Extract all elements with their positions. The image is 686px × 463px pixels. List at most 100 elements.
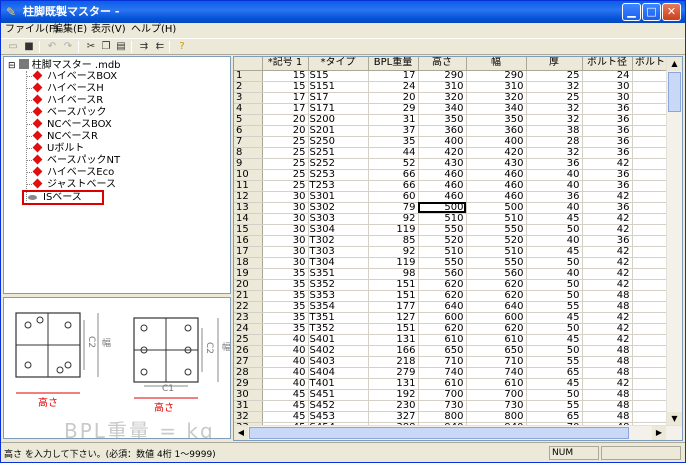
table-cell[interactable]: S303 xyxy=(308,213,369,225)
table-cell[interactable]: 30 xyxy=(262,213,309,225)
table-cell[interactable]: 36 xyxy=(526,158,583,170)
table-cell[interactable]: 25 xyxy=(526,70,583,82)
table-cell[interactable]: 192 xyxy=(368,389,419,401)
table-cell[interactable]: 66 xyxy=(368,169,419,181)
table-cell[interactable] xyxy=(632,279,669,291)
tree-item[interactable]: NCベースBOX xyxy=(26,118,112,131)
table-cell[interactable] xyxy=(632,257,669,269)
scroll-right-icon[interactable]: ▶ xyxy=(652,426,666,440)
table-cell[interactable]: S251 xyxy=(308,147,369,159)
table-cell[interactable]: 92 xyxy=(368,213,419,225)
table-cell[interactable]: 620 xyxy=(466,323,527,335)
table-cell[interactable] xyxy=(632,213,669,225)
table-cell[interactable]: 30 xyxy=(262,257,309,269)
minimize-button[interactable]: ▁ xyxy=(622,3,641,21)
table-row[interactable]: 5 20 S200 31 350 350 32 36 xyxy=(234,114,669,126)
table-cell[interactable]: 560 xyxy=(466,268,527,280)
maximize-button[interactable]: □ xyxy=(642,3,661,21)
table-cell[interactable]: 30 xyxy=(262,235,309,247)
menu-help[interactable]: ヘルプ(H) xyxy=(131,23,176,37)
table-cell[interactable]: 550 xyxy=(466,224,527,236)
table-cell[interactable]: S452 xyxy=(308,400,369,412)
table-cell[interactable]: T304 xyxy=(308,257,369,269)
table-cell[interactable]: 131 xyxy=(368,378,419,390)
table-cell[interactable]: 340 xyxy=(418,103,467,115)
table-cell[interactable]: 360 xyxy=(418,125,467,137)
table-cell[interactable]: 30 xyxy=(262,202,309,214)
table-cell[interactable]: 510 xyxy=(418,213,467,225)
table-cell[interactable]: S15 xyxy=(308,70,369,82)
table-cell[interactable]: 131 xyxy=(368,334,419,346)
table-row[interactable]: 22 35 S354 177 640 640 55 48 xyxy=(234,301,669,313)
table-cell[interactable]: 32 xyxy=(526,103,583,115)
table-cell[interactable]: 620 xyxy=(466,279,527,291)
table-cell[interactable]: 35 xyxy=(262,323,309,335)
table-cell[interactable]: 48 xyxy=(582,345,633,357)
table-cell[interactable]: 620 xyxy=(418,290,467,302)
table-cell[interactable]: 151 xyxy=(368,323,419,335)
table-row[interactable]: 29 40 T401 131 610 610 45 42 xyxy=(234,378,669,390)
table-cell[interactable]: 15 xyxy=(262,81,309,93)
table-cell[interactable]: 430 xyxy=(418,158,467,170)
table-cell[interactable]: 92 xyxy=(368,246,419,258)
table-cell[interactable]: S351 xyxy=(308,268,369,280)
table-cell[interactable]: S302 xyxy=(308,202,369,214)
table-cell[interactable]: 30 xyxy=(262,191,309,203)
table-cell[interactable]: 430 xyxy=(466,158,527,170)
tree-item[interactable]: NCベースR xyxy=(26,130,98,143)
table-cell[interactable]: 20 xyxy=(368,92,419,104)
table-cell[interactable]: S252 xyxy=(308,158,369,170)
tree-item[interactable]: ハイベースH xyxy=(26,82,104,95)
table-cell[interactable]: 610 xyxy=(466,334,527,346)
table-cell[interactable]: S404 xyxy=(308,367,369,379)
table-cell[interactable]: 29 xyxy=(368,103,419,115)
table-cell[interactable]: 42 xyxy=(582,158,633,170)
table-cell[interactable]: 30 xyxy=(262,224,309,236)
table-row[interactable]: 21 35 S353 151 620 620 50 48 xyxy=(234,290,669,302)
table-cell[interactable]: 460 xyxy=(418,180,467,192)
table-cell[interactable]: 610 xyxy=(466,378,527,390)
table-cell[interactable] xyxy=(632,125,669,137)
save-icon[interactable]: ■ xyxy=(22,40,36,54)
table-cell[interactable]: 79 xyxy=(368,202,419,214)
table-cell[interactable] xyxy=(632,400,669,412)
table-cell[interactable]: 98 xyxy=(368,268,419,280)
table-cell[interactable]: 17 xyxy=(262,103,309,115)
table-cell[interactable]: 28 xyxy=(526,136,583,148)
paste-icon[interactable]: ▤ xyxy=(114,40,128,54)
table-cell[interactable] xyxy=(632,180,669,192)
table-cell[interactable]: 42 xyxy=(582,224,633,236)
table-cell[interactable]: T302 xyxy=(308,235,369,247)
table-cell[interactable]: 42 xyxy=(582,378,633,390)
insert-row-icon[interactable]: ⇉ xyxy=(137,40,151,54)
table-cell[interactable]: 127 xyxy=(368,312,419,324)
table-cell[interactable]: 310 xyxy=(418,81,467,93)
table-cell[interactable]: 460 xyxy=(466,180,527,192)
table-cell[interactable]: 30 xyxy=(582,92,633,104)
table-cell[interactable]: 520 xyxy=(418,235,467,247)
table-cell[interactable]: 45 xyxy=(262,389,309,401)
cut-icon[interactable]: ✂ xyxy=(84,40,98,54)
table-cell[interactable]: 740 xyxy=(418,367,467,379)
horizontal-scrollbar[interactable]: ◀ ▶ xyxy=(234,425,682,440)
scroll-up-icon[interactable]: ▲ xyxy=(667,57,682,71)
table-cell[interactable] xyxy=(632,92,669,104)
table-cell[interactable]: 218 xyxy=(368,356,419,368)
table-cell[interactable]: 620 xyxy=(466,290,527,302)
table-cell[interactable]: 25 xyxy=(262,169,309,181)
table-cell[interactable]: 50 xyxy=(526,323,583,335)
table-cell[interactable] xyxy=(632,158,669,170)
table-cell[interactable]: 42 xyxy=(582,268,633,280)
table-cell[interactable]: 340 xyxy=(466,103,527,115)
table-cell[interactable]: 50 xyxy=(526,389,583,401)
table-cell[interactable]: 40 xyxy=(526,268,583,280)
table-row[interactable]: 18 30 T304 119 550 550 50 42 xyxy=(234,257,669,269)
table-cell[interactable]: 25 xyxy=(526,92,583,104)
table-cell[interactable]: T303 xyxy=(308,246,369,258)
table-cell[interactable]: 66 xyxy=(368,180,419,192)
table-cell[interactable]: 35 xyxy=(262,268,309,280)
table-cell[interactable]: 50 xyxy=(526,345,583,357)
table-cell[interactable]: 400 xyxy=(418,136,467,148)
table-row[interactable]: 19 35 S351 98 560 560 40 42 xyxy=(234,268,669,280)
table-cell[interactable]: 20 xyxy=(262,114,309,126)
